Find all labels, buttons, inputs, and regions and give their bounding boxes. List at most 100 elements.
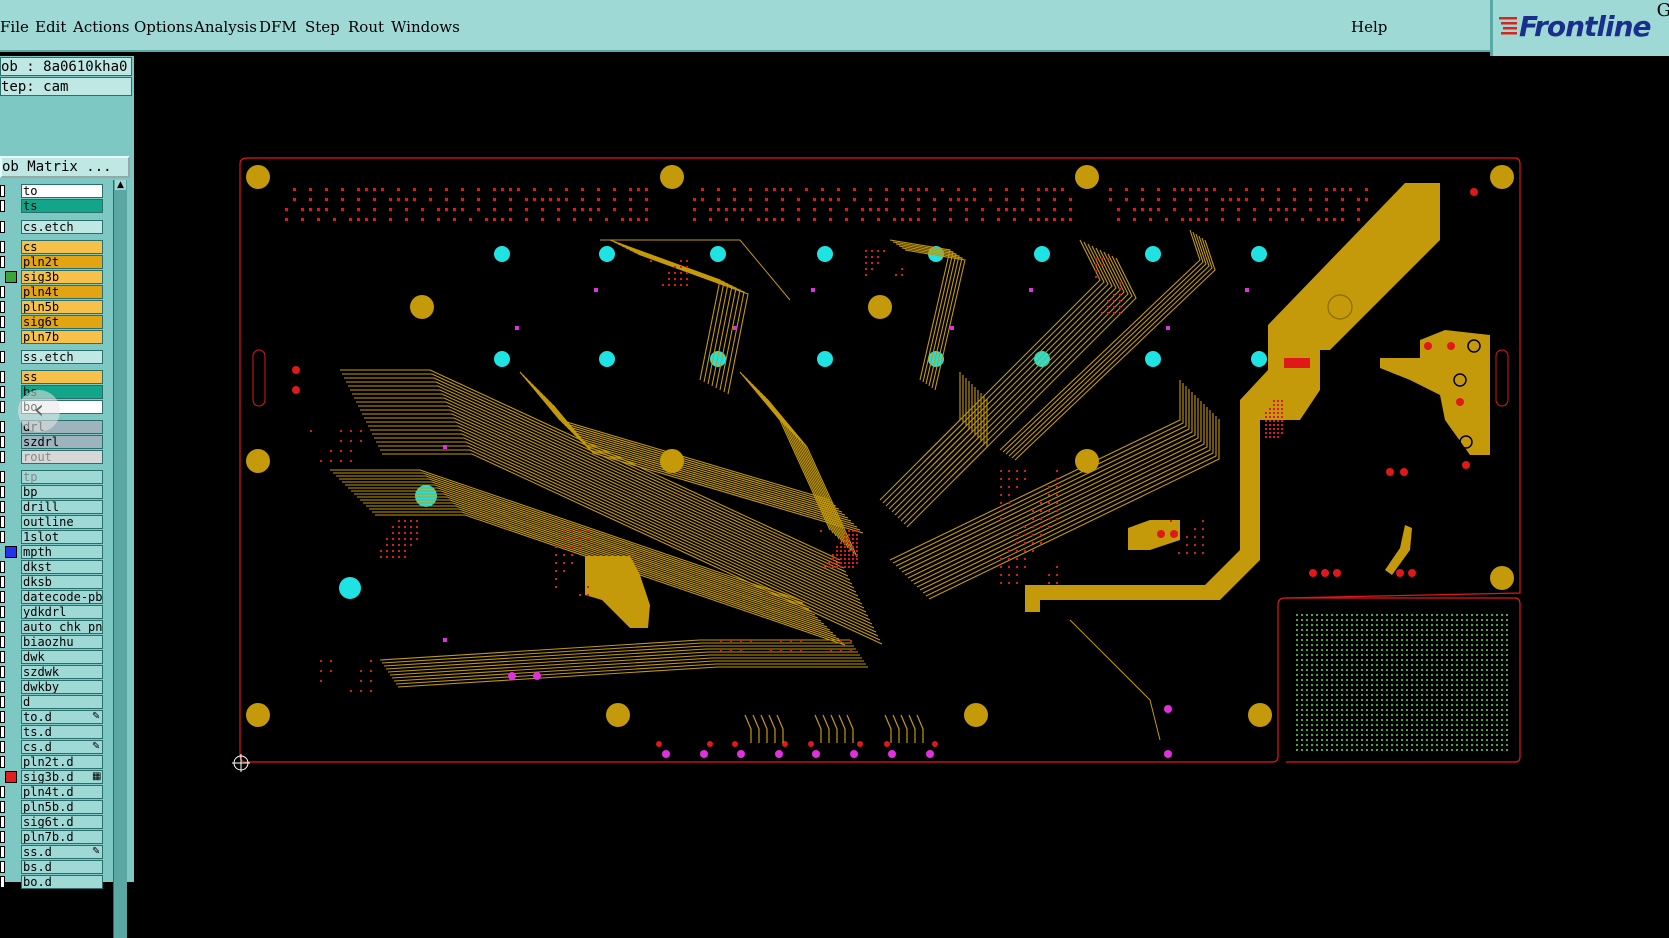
layer-row[interactable]: d — [0, 695, 104, 709]
layer-name[interactable]: pln7b — [21, 330, 103, 344]
layer-row[interactable]: sig3b.d ▦ — [0, 770, 104, 784]
layer-name[interactable]: biaozhu — [21, 635, 103, 649]
layer-visibility-box[interactable] — [0, 621, 5, 633]
layer-name[interactable]: to.d — [21, 710, 103, 724]
graphic-canvas[interactable] — [134, 56, 1669, 882]
chevron-left-icon[interactable]: ‹ — [18, 390, 60, 432]
job-matrix-button[interactable]: ob Matrix ... — [0, 156, 130, 178]
layer-visibility-box[interactable] — [0, 486, 5, 498]
layer-visibility-box[interactable] — [0, 741, 5, 753]
layer-visibility-box[interactable] — [5, 546, 17, 558]
layer-name[interactable]: dkst — [21, 560, 103, 574]
layer-row[interactable]: cs — [0, 240, 104, 254]
layer-row[interactable]: pln5b.d — [0, 800, 104, 814]
layer-name[interactable]: ss — [21, 370, 103, 384]
layer-name[interactable]: auto_chk_pnl — [21, 620, 103, 634]
layer-row[interactable]: dkst — [0, 560, 104, 574]
layer-visibility-box[interactable] — [0, 816, 5, 828]
layer-row[interactable]: ss.etch — [0, 350, 104, 364]
layer-row[interactable]: ts.d — [0, 725, 104, 739]
layer-visibility-box[interactable] — [0, 861, 5, 873]
menu-dfm[interactable]: DFM — [259, 18, 297, 36]
layer-name[interactable]: sig3b — [21, 270, 103, 284]
layer-visibility-box[interactable] — [0, 421, 5, 433]
layer-visibility-box[interactable] — [0, 316, 5, 328]
layer-visibility-box[interactable] — [0, 846, 5, 858]
layer-name[interactable]: mpth — [21, 545, 103, 559]
layer-visibility-box[interactable] — [0, 471, 5, 483]
layer-row[interactable]: cs.etch — [0, 220, 104, 234]
layer-row[interactable]: bo.d — [0, 875, 104, 889]
layer-row[interactable]: szdrl — [0, 435, 104, 449]
layer-list-scrollbar[interactable]: ▲ — [113, 180, 127, 938]
layer-row[interactable]: pln5b — [0, 300, 104, 314]
layer-name[interactable]: cs.d — [21, 740, 103, 754]
layer-visibility-box[interactable] — [0, 241, 5, 253]
layer-name[interactable]: dksb — [21, 575, 103, 589]
layer-visibility-box[interactable] — [0, 371, 5, 383]
layer-name[interactable]: 1slot — [21, 530, 103, 544]
layer-row[interactable]: szdwk — [0, 665, 104, 679]
layer-name[interactable]: dwk — [21, 650, 103, 664]
menu-windows[interactable]: Windows — [391, 18, 460, 36]
layer-name[interactable]: sig3b.d — [21, 770, 103, 784]
layer-row[interactable]: mpth — [0, 545, 104, 559]
layer-visibility-box[interactable] — [0, 351, 5, 363]
layer-row[interactable]: ss.d ✎ — [0, 845, 104, 859]
layer-visibility-box[interactable] — [0, 636, 5, 648]
layer-name[interactable]: pln5b.d — [21, 800, 103, 814]
layer-name[interactable]: to — [21, 184, 103, 198]
layer-row[interactable]: datecode-pbc — [0, 590, 104, 604]
layer-name[interactable]: pln7b.d — [21, 830, 103, 844]
layer-row[interactable]: dwk — [0, 650, 104, 664]
layer-row[interactable]: pln2t — [0, 255, 104, 269]
layer-row[interactable]: dksb — [0, 575, 104, 589]
layer-visibility-box[interactable] — [0, 286, 5, 298]
layer-name[interactable]: bs.d — [21, 860, 103, 874]
layer-name[interactable]: ts — [21, 199, 103, 213]
layer-visibility-box[interactable] — [0, 651, 5, 663]
layer-visibility-box[interactable] — [0, 711, 5, 723]
layer-row[interactable]: to.d ✎ — [0, 710, 104, 724]
layer-row[interactable]: ydkdrl — [0, 605, 104, 619]
layer-name[interactable]: ss.d — [21, 845, 103, 859]
menu-step[interactable]: Step — [305, 18, 340, 36]
menu-edit[interactable]: Edit — [35, 18, 66, 36]
layer-visibility-box[interactable] — [0, 451, 5, 463]
layer-name[interactable]: szdrl — [21, 435, 103, 449]
layer-row[interactable]: pln7b — [0, 330, 104, 344]
layer-visibility-box[interactable] — [0, 256, 5, 268]
layer-row[interactable]: sig6t — [0, 315, 104, 329]
layer-row[interactable]: ts — [0, 199, 104, 213]
layer-visibility-box[interactable] — [0, 561, 5, 573]
layer-visibility-box[interactable] — [0, 756, 5, 768]
layer-row[interactable]: ss — [0, 370, 104, 384]
layer-row[interactable]: pln2t.d — [0, 755, 104, 769]
layer-visibility-box[interactable] — [0, 576, 5, 588]
layer-visibility-box[interactable] — [0, 301, 5, 313]
layer-visibility-box[interactable] — [0, 531, 5, 543]
layer-name[interactable]: drill — [21, 500, 103, 514]
menu-actions[interactable]: Actions — [73, 18, 129, 36]
layer-visibility-box[interactable] — [0, 786, 5, 798]
layer-name[interactable]: dwkby — [21, 680, 103, 694]
layer-row[interactable]: pln4t.d — [0, 785, 104, 799]
layer-visibility-box[interactable] — [0, 666, 5, 678]
layer-visibility-box[interactable] — [0, 386, 5, 398]
scroll-up-icon[interactable]: ▲ — [115, 180, 126, 190]
layer-row[interactable]: pln4t — [0, 285, 104, 299]
layer-visibility-box[interactable] — [0, 501, 5, 513]
layer-visibility-box[interactable] — [0, 200, 5, 212]
layer-name[interactable]: pln2t.d — [21, 755, 103, 769]
layer-visibility-box[interactable] — [0, 331, 5, 343]
layer-visibility-box[interactable] — [0, 185, 5, 197]
layer-row[interactable]: to — [0, 184, 104, 198]
layer-visibility-box[interactable] — [0, 696, 5, 708]
layer-row[interactable]: bp — [0, 485, 104, 499]
layer-name[interactable]: d — [21, 695, 103, 709]
layer-visibility-box[interactable] — [5, 771, 17, 783]
menu-analysis[interactable]: Analysis — [194, 18, 257, 36]
layer-row[interactable]: bs.d — [0, 860, 104, 874]
layer-visibility-box[interactable] — [5, 271, 17, 283]
layer-visibility-box[interactable] — [0, 831, 5, 843]
